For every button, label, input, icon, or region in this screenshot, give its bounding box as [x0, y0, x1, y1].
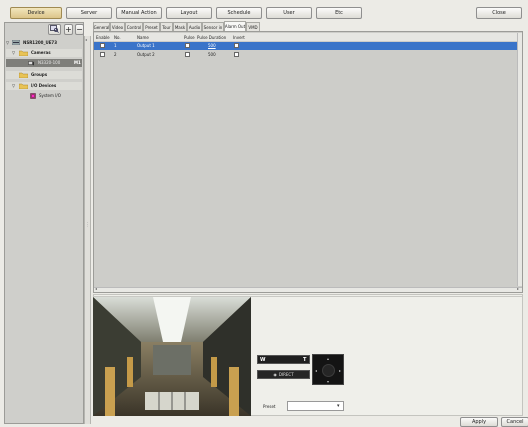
tree-cameras-row[interactable]: ▽ Cameras — [6, 49, 82, 57]
enable-checkbox[interactable] — [100, 52, 105, 57]
tree-io-devices-label: I/O Devices — [31, 83, 57, 88]
table-row[interactable] — [94, 42, 522, 50]
invert-checkbox[interactable] — [234, 52, 239, 57]
device-search-button[interactable] — [48, 24, 61, 35]
zoom-wide-label[interactable]: W — [260, 357, 266, 363]
col-name[interactable]: Name — [137, 35, 149, 40]
scroll-right-arrow-icon[interactable]: ▸ — [517, 286, 519, 291]
table-header-row — [94, 33, 522, 41]
camera-badge: M1 — [74, 60, 81, 65]
row-duration[interactable]: 500 — [208, 52, 216, 57]
io-device-icon — [30, 93, 36, 99]
etc-button[interactable]: Etc — [316, 7, 362, 19]
tree-camera-item[interactable]: N3320-100 M1 — [6, 59, 82, 67]
ptz-down-arrow-icon[interactable]: ▾ — [327, 379, 329, 384]
splitter-handle[interactable] — [84, 36, 91, 424]
row-duration[interactable]: 500 — [208, 43, 216, 48]
tab-audio[interactable]: Audio — [187, 22, 202, 31]
tree-io-devices-row[interactable]: ▽ I/O Devices — [6, 82, 82, 90]
pulse-checkbox[interactable] — [185, 52, 190, 57]
layout-button[interactable]: Layout — [166, 7, 212, 19]
collapse-arrow-icon: ▽ — [6, 40, 10, 45]
tab-tour[interactable]: Tour — [160, 22, 173, 31]
tab-sensor-in[interactable]: Sensor in — [202, 22, 224, 31]
splitter-grip-icon[interactable]: ⋮ — [85, 222, 90, 228]
tree-groups-row[interactable]: Groups — [6, 71, 82, 79]
camera-icon — [28, 61, 34, 66]
tab-mask[interactable]: Mask — [173, 22, 187, 31]
plus-icon: + — [65, 24, 72, 34]
video-preview[interactable] — [93, 297, 251, 416]
direct-button[interactable]: ◉ DIRECT — [257, 370, 310, 379]
row-name[interactable]: Output 1 — [137, 43, 155, 48]
tab-preset[interactable]: Preset — [143, 22, 160, 31]
add-device-button[interactable]: + — [64, 24, 73, 35]
ptz-joystick[interactable]: ▴ ▾ ◂ ▸ — [312, 354, 344, 385]
tree-camera-label: N3320-100 — [38, 60, 61, 65]
tree-root-label: NSR1200_UE73 — [23, 40, 57, 45]
col-pulse[interactable]: Pulse — [184, 35, 195, 40]
schedule-button[interactable]: Schedule — [216, 7, 262, 19]
minus-icon: − — [76, 24, 83, 34]
device-button[interactable]: Device — [10, 7, 62, 19]
tab-alarm-out[interactable]: Alarm Out — [224, 21, 246, 31]
manual-action-button[interactable]: Manual Action — [116, 7, 162, 19]
ptz-center-ring[interactable] — [322, 364, 335, 377]
folder-icon — [19, 72, 28, 78]
tree-system-io-row[interactable]: System I/O — [6, 92, 82, 100]
alarm-out-table — [93, 31, 523, 293]
ptz-left-arrow-icon[interactable]: ◂ — [315, 368, 317, 373]
zoom-control[interactable]: W T — [257, 355, 310, 364]
row-no: 1 — [114, 43, 117, 48]
tab-vmd[interactable]: VMD — [246, 22, 260, 31]
search-device-icon — [50, 24, 59, 35]
preset-label: Preset — [263, 404, 276, 409]
collapse-arrow-icon: ▽ — [12, 50, 16, 55]
table-vertical-scrollbar[interactable] — [517, 33, 522, 286]
table-horizontal-scrollbar[interactable] — [94, 287, 522, 292]
pulse-checkbox[interactable] — [185, 43, 190, 48]
folder-icon — [19, 83, 28, 89]
tree-system-io-label: System I/O — [39, 93, 61, 98]
row-name[interactable]: Output 2 — [137, 52, 155, 57]
col-pulse-duration[interactable]: Pulse Duration — [197, 35, 226, 40]
folder-icon — [19, 50, 28, 56]
server-button[interactable]: Server — [66, 7, 112, 19]
target-icon: ◉ — [273, 372, 277, 377]
preset-select[interactable]: ▾ — [287, 401, 344, 411]
collapse-arrow-icon: ▽ — [12, 83, 16, 88]
tree-cameras-label: Cameras — [31, 50, 51, 55]
scroll-left-arrow-icon[interactable]: ◂ — [95, 286, 97, 291]
enable-checkbox[interactable] — [100, 43, 105, 48]
ptz-up-arrow-icon[interactable]: ▴ — [327, 356, 329, 361]
invert-checkbox[interactable] — [234, 43, 239, 48]
tab-general[interactable]: General — [93, 22, 110, 31]
ptz-right-arrow-icon[interactable]: ▸ — [339, 368, 341, 373]
splitter-up-arrow-icon[interactable]: ◂ — [85, 37, 87, 42]
tree-groups-label: Groups — [31, 72, 48, 77]
server-icon — [12, 40, 20, 45]
user-button[interactable]: User — [266, 7, 312, 19]
col-invert[interactable]: Invert — [233, 35, 245, 40]
camera-scene-image — [93, 297, 251, 416]
col-enable[interactable]: Enable — [96, 35, 110, 40]
tab-video[interactable]: Video — [110, 22, 125, 31]
remove-device-button[interactable]: − — [75, 24, 84, 35]
close-button[interactable]: Close — [476, 7, 522, 19]
zoom-tele-label[interactable]: T — [303, 357, 306, 363]
row-no: 2 — [114, 52, 117, 57]
col-no[interactable]: No. — [114, 35, 121, 40]
direct-label: DIRECT — [278, 372, 294, 377]
tab-control[interactable]: Control — [125, 22, 143, 31]
chevron-down-icon: ▾ — [337, 403, 340, 409]
